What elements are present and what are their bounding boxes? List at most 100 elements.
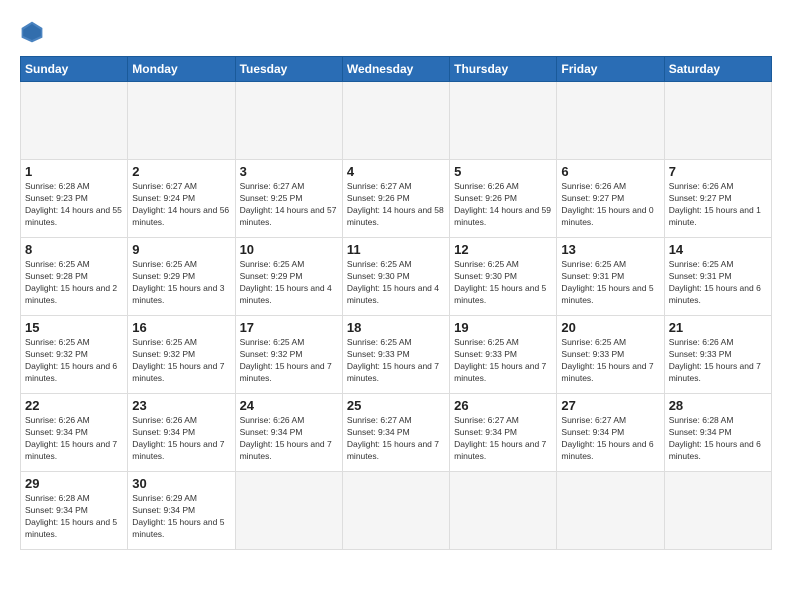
day-info: Sunrise: 6:25 AMSunset: 9:31 PMDaylight:… — [669, 259, 767, 307]
table-row: 12 Sunrise: 6:25 AMSunset: 9:30 PMDayligh… — [450, 238, 557, 316]
table-row: 20Sunrise: 6:25 AMSunset: 9:33 PMDayligh… — [557, 316, 664, 394]
table-row: 17 Sunrise: 6:25 AMSunset: 9:32 PMDayligh… — [235, 316, 342, 394]
day-info: Sunrise: 6:26 AMSunset: 9:26 PMDaylight:… — [454, 181, 552, 229]
header — [20, 20, 772, 44]
day-number: 3 — [240, 164, 338, 179]
day-number: 16 — [132, 320, 230, 335]
table-row: 6 Sunrise: 6:26 AMSunset: 9:27 PMDaylight… — [557, 160, 664, 238]
calendar-header-row: Sunday Monday Tuesday Wednesday Thursday… — [21, 57, 772, 82]
col-tuesday: Tuesday — [235, 57, 342, 82]
day-info: Sunrise: 6:27 AMSunset: 9:34 PMDaylight:… — [561, 415, 659, 463]
day-info: Sunrise: 6:26 AMSunset: 9:27 PMDaylight:… — [561, 181, 659, 229]
table-row: 18 Sunrise: 6:25 AMSunset: 9:33 PMDayligh… — [342, 316, 449, 394]
day-number: 12 — [454, 242, 552, 257]
day-number: 26 — [454, 398, 552, 413]
day-info: Sunrise: 6:25 AMSunset: 9:30 PMDaylight:… — [347, 259, 445, 307]
table-row — [450, 82, 557, 160]
day-number: 28 — [669, 398, 767, 413]
col-saturday: Saturday — [664, 57, 771, 82]
logo — [20, 20, 46, 44]
day-info: Sunrise: 6:26 AMSunset: 9:27 PMDaylight:… — [669, 181, 767, 229]
day-info: Sunrise: 6:27 AMSunset: 9:34 PMDaylight:… — [454, 415, 552, 463]
table-row — [235, 82, 342, 160]
day-number: 6 — [561, 164, 659, 179]
day-info: Sunrise: 6:25 AMSunset: 9:33 PMDaylight:… — [454, 337, 552, 385]
table-row: 7Sunrise: 6:26 AMSunset: 9:27 PMDaylight… — [664, 160, 771, 238]
day-info: Sunrise: 6:25 AMSunset: 9:29 PMDaylight:… — [132, 259, 230, 307]
table-row: 9Sunrise: 6:25 AMSunset: 9:29 PMDaylight… — [128, 238, 235, 316]
table-row: 29 Sunrise: 6:28 AMSunset: 9:34 PMDayligh… — [21, 472, 128, 550]
col-thursday: Thursday — [450, 57, 557, 82]
table-row — [128, 82, 235, 160]
table-row: 4 Sunrise: 6:27 AMSunset: 9:26 PMDaylight… — [342, 160, 449, 238]
day-number: 18 — [347, 320, 445, 335]
day-number: 10 — [240, 242, 338, 257]
day-info: Sunrise: 6:27 AMSunset: 9:24 PMDaylight:… — [132, 181, 230, 229]
table-row: 21 Sunrise: 6:26 AMSunset: 9:33 PMDayligh… — [664, 316, 771, 394]
day-number: 21 — [669, 320, 767, 335]
table-row: 11Sunrise: 6:25 AMSunset: 9:30 PMDayligh… — [342, 238, 449, 316]
day-number: 15 — [25, 320, 123, 335]
day-number: 5 — [454, 164, 552, 179]
col-sunday: Sunday — [21, 57, 128, 82]
day-info: Sunrise: 6:26 AMSunset: 9:34 PMDaylight:… — [25, 415, 123, 463]
day-info: Sunrise: 6:25 AMSunset: 9:32 PMDaylight:… — [132, 337, 230, 385]
day-info: Sunrise: 6:26 AMSunset: 9:34 PMDaylight:… — [240, 415, 338, 463]
table-row: 1 Sunrise: 6:28 AMSunset: 9:23 PMDaylight… — [21, 160, 128, 238]
day-number: 1 — [25, 164, 123, 179]
day-info: Sunrise: 6:28 AMSunset: 9:34 PMDaylight:… — [669, 415, 767, 463]
table-row: 15 Sunrise: 6:25 AMSunset: 9:32 PMDayligh… — [21, 316, 128, 394]
calendar-week-row: 22 Sunrise: 6:26 AMSunset: 9:34 PMDayligh… — [21, 394, 772, 472]
table-row — [664, 472, 771, 550]
day-number: 19 — [454, 320, 552, 335]
table-row: 25 Sunrise: 6:27 AMSunset: 9:34 PMDayligh… — [342, 394, 449, 472]
calendar-week-row — [21, 82, 772, 160]
day-info: Sunrise: 6:25 AMSunset: 9:31 PMDaylight:… — [561, 259, 659, 307]
table-row — [664, 82, 771, 160]
day-info: Sunrise: 6:25 AMSunset: 9:32 PMDaylight:… — [25, 337, 123, 385]
table-row — [342, 82, 449, 160]
day-number: 17 — [240, 320, 338, 335]
col-monday: Monday — [128, 57, 235, 82]
day-info: Sunrise: 6:25 AMSunset: 9:30 PMDaylight:… — [454, 259, 552, 307]
table-row: 22 Sunrise: 6:26 AMSunset: 9:34 PMDayligh… — [21, 394, 128, 472]
day-info: Sunrise: 6:28 AMSunset: 9:23 PMDaylight:… — [25, 181, 123, 229]
col-friday: Friday — [557, 57, 664, 82]
calendar-table: Sunday Monday Tuesday Wednesday Thursday… — [20, 56, 772, 550]
day-info: Sunrise: 6:27 AMSunset: 9:26 PMDaylight:… — [347, 181, 445, 229]
day-number: 4 — [347, 164, 445, 179]
day-number: 27 — [561, 398, 659, 413]
table-row: 19 Sunrise: 6:25 AMSunset: 9:33 PMDayligh… — [450, 316, 557, 394]
day-number: 2 — [132, 164, 230, 179]
calendar-week-row: 8Sunrise: 6:25 AMSunset: 9:28 PMDaylight… — [21, 238, 772, 316]
page-container: Sunday Monday Tuesday Wednesday Thursday… — [0, 0, 792, 612]
day-number: 13 — [561, 242, 659, 257]
day-number: 14 — [669, 242, 767, 257]
day-number: 22 — [25, 398, 123, 413]
day-info: Sunrise: 6:25 AMSunset: 9:33 PMDaylight:… — [347, 337, 445, 385]
day-info: Sunrise: 6:27 AMSunset: 9:34 PMDaylight:… — [347, 415, 445, 463]
table-row: 27 Sunrise: 6:27 AMSunset: 9:34 PMDayligh… — [557, 394, 664, 472]
table-row — [557, 472, 664, 550]
table-row — [21, 82, 128, 160]
day-info: Sunrise: 6:25 AMSunset: 9:33 PMDaylight:… — [561, 337, 659, 385]
day-number: 25 — [347, 398, 445, 413]
table-row: 13 Sunrise: 6:25 AMSunset: 9:31 PMDayligh… — [557, 238, 664, 316]
table-row — [342, 472, 449, 550]
day-info: Sunrise: 6:29 AMSunset: 9:34 PMDaylight:… — [132, 493, 230, 541]
table-row: 23Sunrise: 6:26 AMSunset: 9:34 PMDayligh… — [128, 394, 235, 472]
table-row: 26 Sunrise: 6:27 AMSunset: 9:34 PMDayligh… — [450, 394, 557, 472]
table-row: 16 Sunrise: 6:25 AMSunset: 9:32 PMDayligh… — [128, 316, 235, 394]
table-row: 10Sunrise: 6:25 AMSunset: 9:29 PMDayligh… — [235, 238, 342, 316]
day-info: Sunrise: 6:28 AMSunset: 9:34 PMDaylight:… — [25, 493, 123, 541]
calendar-week-row: 15 Sunrise: 6:25 AMSunset: 9:32 PMDayligh… — [21, 316, 772, 394]
day-info: Sunrise: 6:27 AMSunset: 9:25 PMDaylight:… — [240, 181, 338, 229]
day-number: 29 — [25, 476, 123, 491]
day-info: Sunrise: 6:26 AMSunset: 9:33 PMDaylight:… — [669, 337, 767, 385]
table-row: 2 Sunrise: 6:27 AMSunset: 9:24 PMDaylight… — [128, 160, 235, 238]
day-info: Sunrise: 6:25 AMSunset: 9:32 PMDaylight:… — [240, 337, 338, 385]
table-row: 30Sunrise: 6:29 AMSunset: 9:34 PMDayligh… — [128, 472, 235, 550]
table-row: 14 Sunrise: 6:25 AMSunset: 9:31 PMDayligh… — [664, 238, 771, 316]
logo-icon — [20, 20, 44, 44]
calendar-week-row: 1 Sunrise: 6:28 AMSunset: 9:23 PMDaylight… — [21, 160, 772, 238]
